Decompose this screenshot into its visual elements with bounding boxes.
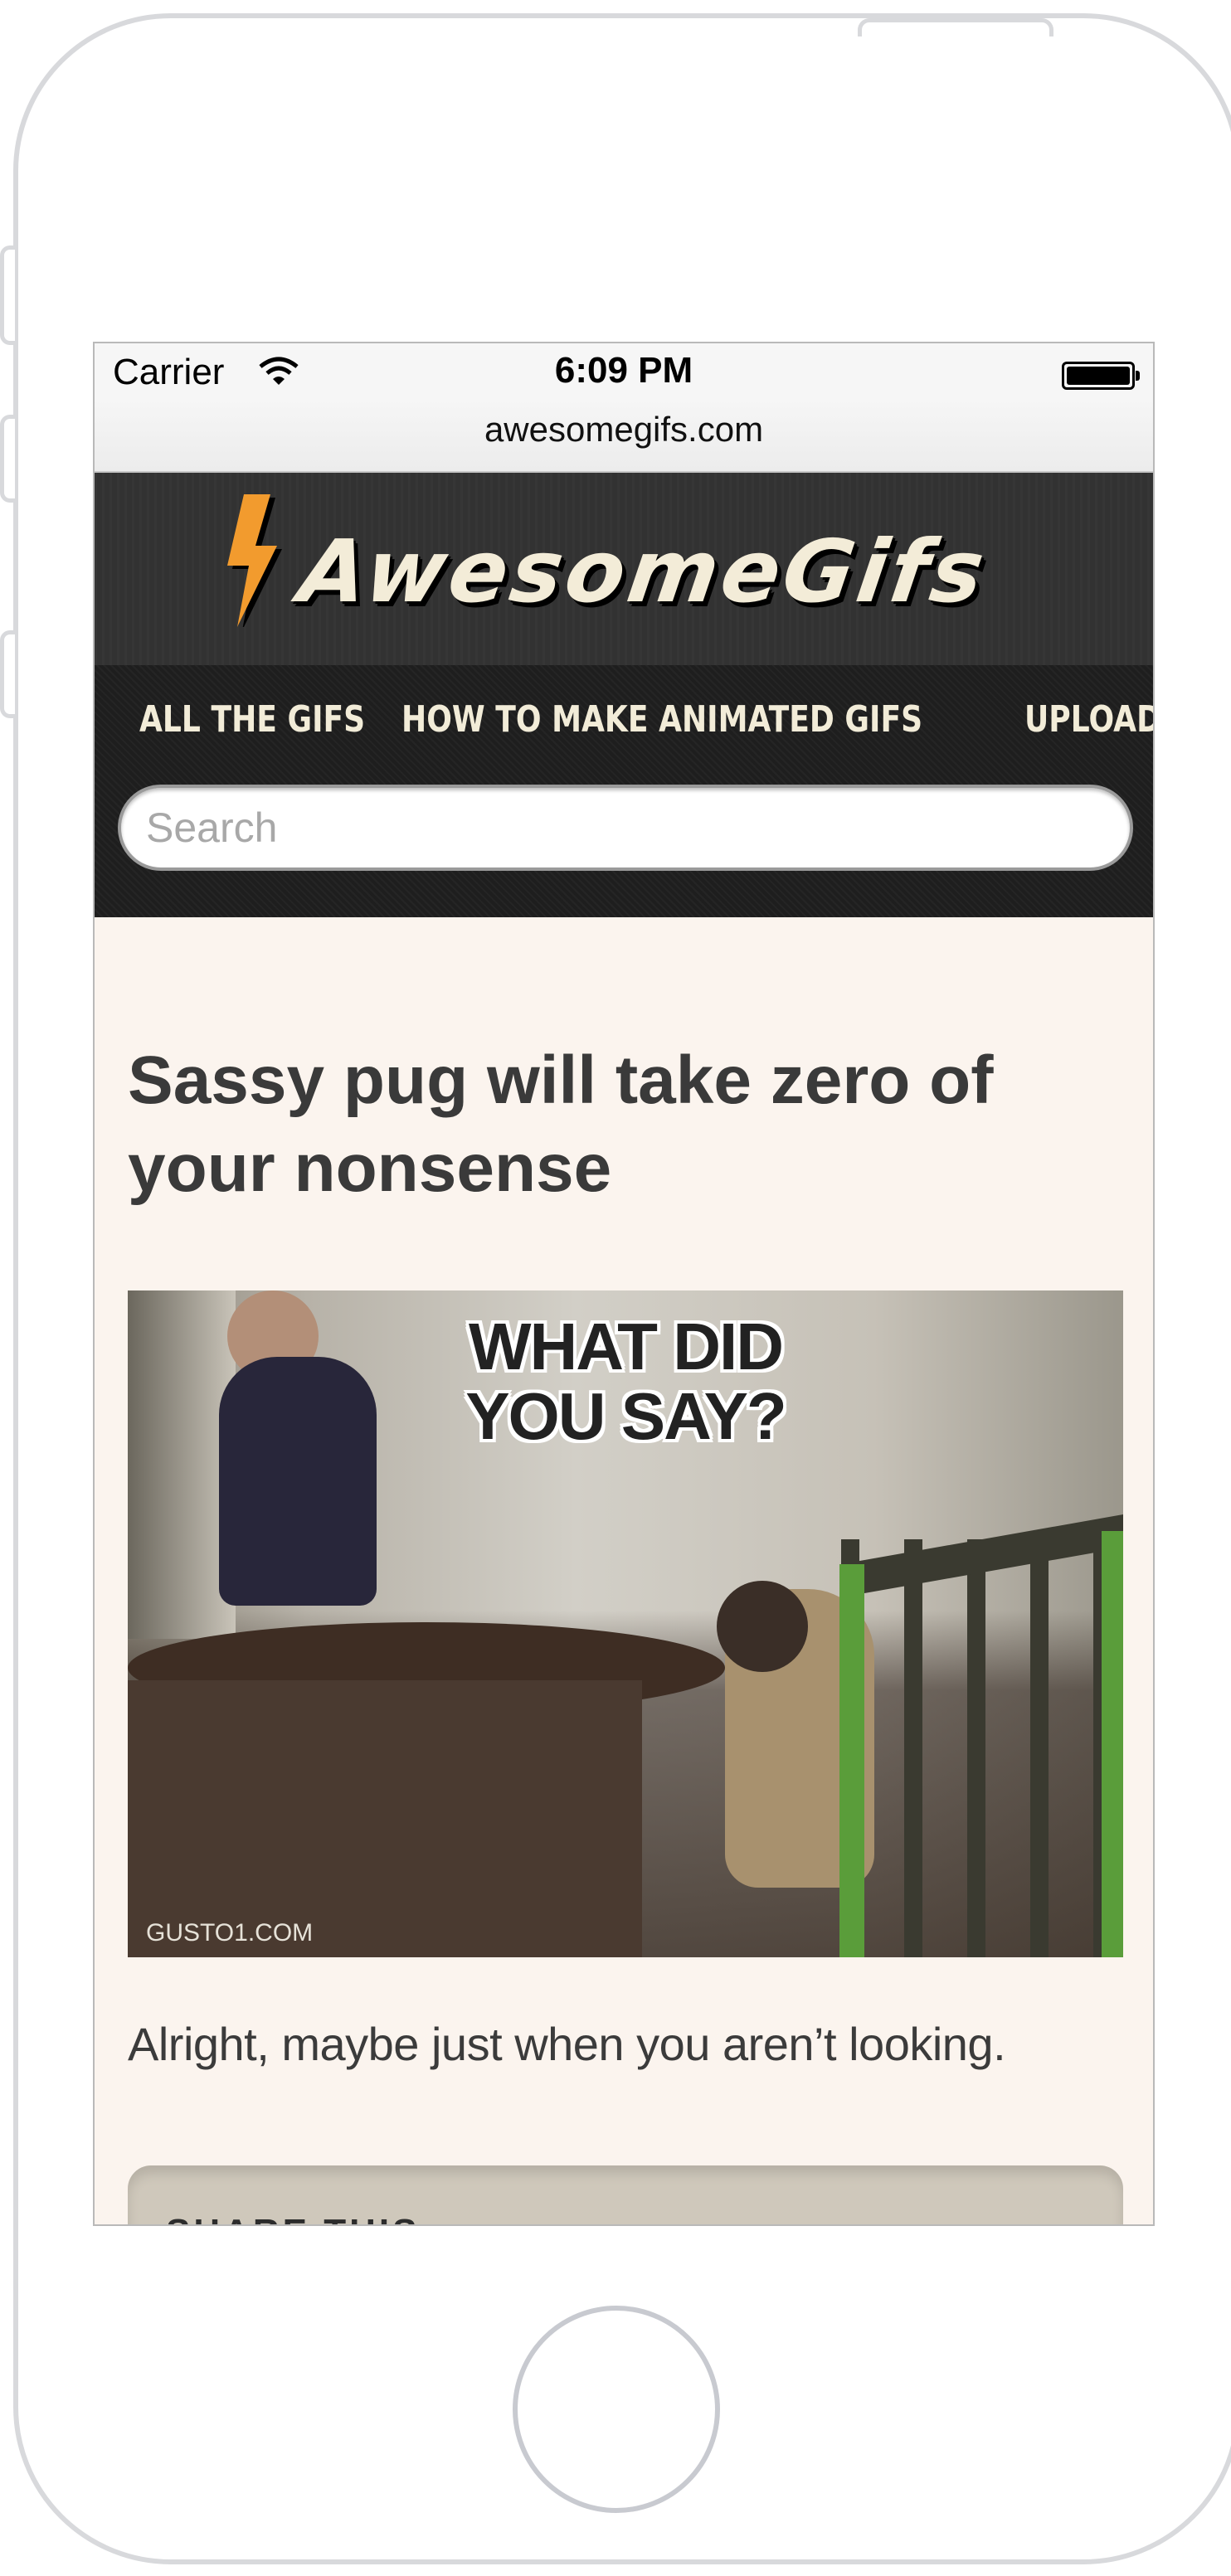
article-gif[interactable]: WHAT DID YOU SAY? GUSTO1.COM: [128, 1290, 1123, 1957]
search-container: [118, 785, 1133, 871]
site-header: AwesomeGifs: [95, 473, 1153, 665]
article-summary: Alright, maybe just when you aren’t look…: [128, 2018, 1006, 2070]
share-title: SHARE THIS: [166, 2212, 420, 2224]
power-button: [858, 18, 1053, 36]
share-box: SHARE THIS: [128, 2165, 1123, 2224]
mute-switch: [0, 245, 15, 345]
gif-table-base: [128, 1680, 642, 1957]
gif-chair: [841, 1539, 1123, 1957]
site-logo[interactable]: AwesomeGifs: [219, 494, 1015, 627]
home-button[interactable]: [513, 2306, 720, 2513]
article-headline[interactable]: Sassy pug will take zero of your nonsens…: [128, 1037, 1120, 1213]
url-text: awesomegifs.com: [484, 410, 764, 449]
lightning-bolt-icon: [227, 494, 282, 627]
volume-down-button: [0, 630, 15, 718]
gif-credit: GUSTO1.COM: [146, 1919, 314, 1947]
article: Sassy pug will take zero of your nonsens…: [95, 1037, 1153, 2224]
gif-chair-leg: [1102, 1531, 1123, 1957]
browser-screen: Carrier 6:09 PM awesomegifs.com AwesomeG…: [93, 342, 1155, 2226]
volume-up-button: [0, 415, 15, 503]
nav-item-how-to-make[interactable]: HOW TO MAKE ANIMATED GIFS: [401, 698, 922, 741]
logo-wordmark: AwesomeGifs: [293, 521, 994, 622]
nav-item-upload[interactable]: UPLOAD GIFS: [1024, 698, 1153, 741]
nav-menu: ALL THE GIFS HOW TO MAKE ANIMATED GIFS U…: [139, 698, 1153, 741]
search-input[interactable]: [118, 785, 1133, 871]
gif-caption: WHAT DID YOU SAY?: [465, 1310, 787, 1453]
battery-icon: [1062, 362, 1140, 390]
status-bar: Carrier 6:09 PM: [95, 343, 1153, 398]
gif-pug-face: [717, 1581, 808, 1672]
nav-item-all-gifs[interactable]: ALL THE GIFS: [139, 698, 365, 741]
gif-chair-leg: [839, 1564, 864, 1957]
nav-bar: ALL THE GIFS HOW TO MAKE ANIMATED GIFS U…: [95, 665, 1153, 917]
url-bar[interactable]: awesomegifs.com: [95, 398, 1153, 473]
clock: 6:09 PM: [554, 350, 693, 391]
